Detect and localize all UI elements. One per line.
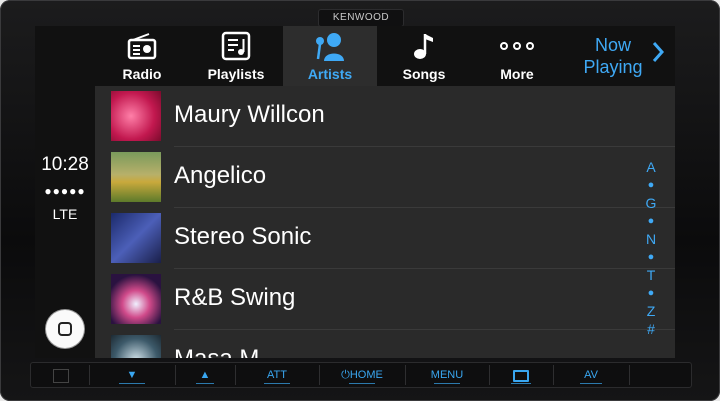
album-art bbox=[111, 274, 161, 324]
tab-artists[interactable]: Artists bbox=[283, 26, 377, 86]
index-letter[interactable]: N bbox=[643, 230, 659, 248]
tab-bar: Radio Playlists Artists Songs More Now P… bbox=[95, 26, 675, 86]
hw-screen-button[interactable] bbox=[489, 365, 554, 385]
index-dot[interactable]: ● bbox=[643, 284, 659, 302]
list-item[interactable]: Angelico bbox=[95, 147, 675, 208]
hw-att-button[interactable]: ATT bbox=[235, 365, 320, 385]
index-letter[interactable]: T bbox=[643, 266, 659, 284]
tab-playlists[interactable]: Playlists bbox=[189, 26, 283, 86]
album-art bbox=[111, 335, 161, 358]
hw-up-button[interactable]: ▲ bbox=[175, 365, 236, 385]
hw-square-button[interactable] bbox=[33, 365, 90, 385]
tab-label: Artists bbox=[307, 66, 353, 82]
radio-icon bbox=[95, 32, 189, 60]
tab-label: Radio bbox=[122, 66, 162, 82]
artist-name: Stereo Sonic bbox=[174, 223, 312, 250]
square-icon bbox=[53, 369, 69, 383]
index-dot[interactable]: ● bbox=[643, 248, 659, 266]
music-note-icon bbox=[377, 32, 471, 60]
now-playing-line2: Playing bbox=[583, 57, 643, 77]
up-arrow-icon: ▲ bbox=[199, 369, 211, 381]
clock: 10:28 bbox=[41, 154, 89, 175]
hw-down-button[interactable]: ▼ bbox=[89, 365, 176, 385]
down-arrow-icon: ▼ bbox=[126, 369, 138, 381]
list-item[interactable]: Stereo Sonic bbox=[95, 208, 675, 269]
network-type: LTE bbox=[52, 206, 78, 222]
tab-songs[interactable]: Songs bbox=[377, 26, 471, 86]
chevron-right-icon bbox=[651, 40, 665, 69]
index-dot[interactable]: ● bbox=[643, 212, 659, 230]
artist-icon bbox=[283, 32, 377, 61]
tab-label: Playlists bbox=[207, 66, 265, 82]
signal-strength: ●●●●● bbox=[44, 184, 86, 198]
list-item[interactable]: R&B Swing bbox=[95, 269, 675, 330]
artist-list: Maury Willcon Angelico Stereo Sonic R&B … bbox=[95, 86, 675, 358]
tab-more[interactable]: More bbox=[471, 26, 563, 86]
hardware-button-bar: ▼ ▲ ATT ⏻HOME MENU AV bbox=[30, 362, 692, 388]
list-item[interactable]: Maury Willcon bbox=[95, 86, 675, 147]
tab-radio[interactable]: Radio bbox=[95, 26, 189, 86]
menu-label: MENU bbox=[430, 369, 464, 381]
tab-label: Songs bbox=[402, 66, 446, 82]
artist-name: Maury Willcon bbox=[174, 101, 325, 128]
status-column: 10:28 ●●●●● LTE bbox=[35, 26, 95, 358]
index-letter[interactable]: G bbox=[643, 194, 659, 212]
hw-blank-button[interactable] bbox=[629, 365, 689, 385]
playlist-icon bbox=[189, 31, 283, 61]
artist-name: R&B Swing bbox=[174, 284, 296, 311]
index-letter[interactable]: Z bbox=[643, 302, 659, 320]
artist-name: Angelico bbox=[174, 162, 267, 189]
head-unit-bezel: KENWOOD 10:28 ●●●●● LTE Radio Playlists … bbox=[0, 0, 720, 401]
carplay-home-button[interactable] bbox=[46, 310, 84, 348]
home-icon bbox=[58, 322, 72, 336]
alphabet-index[interactable]: A ● G ● N ● T ● Z # bbox=[643, 158, 659, 338]
av-label: AV bbox=[584, 369, 598, 381]
index-dot[interactable]: ● bbox=[643, 176, 659, 194]
hw-av-button[interactable]: AV bbox=[553, 365, 630, 385]
att-label: ATT bbox=[267, 369, 287, 381]
hw-menu-button[interactable]: MENU bbox=[405, 365, 490, 385]
index-letter[interactable]: A bbox=[643, 158, 659, 176]
hw-home-button[interactable]: ⏻HOME bbox=[319, 365, 406, 385]
index-letter[interactable]: # bbox=[643, 320, 659, 338]
now-playing-line1: Now bbox=[594, 35, 631, 55]
album-art bbox=[111, 91, 161, 141]
more-icon bbox=[471, 32, 563, 60]
now-playing-button[interactable]: Now Playing bbox=[563, 26, 675, 86]
carplay-screen: 10:28 ●●●●● LTE Radio Playlists Artists … bbox=[35, 26, 675, 358]
artist-name: Masa M bbox=[174, 345, 259, 358]
brand-logo: KENWOOD bbox=[318, 9, 404, 27]
album-art bbox=[111, 213, 161, 263]
album-art bbox=[111, 152, 161, 202]
screen-icon bbox=[513, 370, 529, 382]
tab-label: More bbox=[500, 66, 534, 82]
list-item[interactable]: Masa M bbox=[95, 330, 675, 358]
home-label: ⏻HOME bbox=[341, 369, 383, 381]
